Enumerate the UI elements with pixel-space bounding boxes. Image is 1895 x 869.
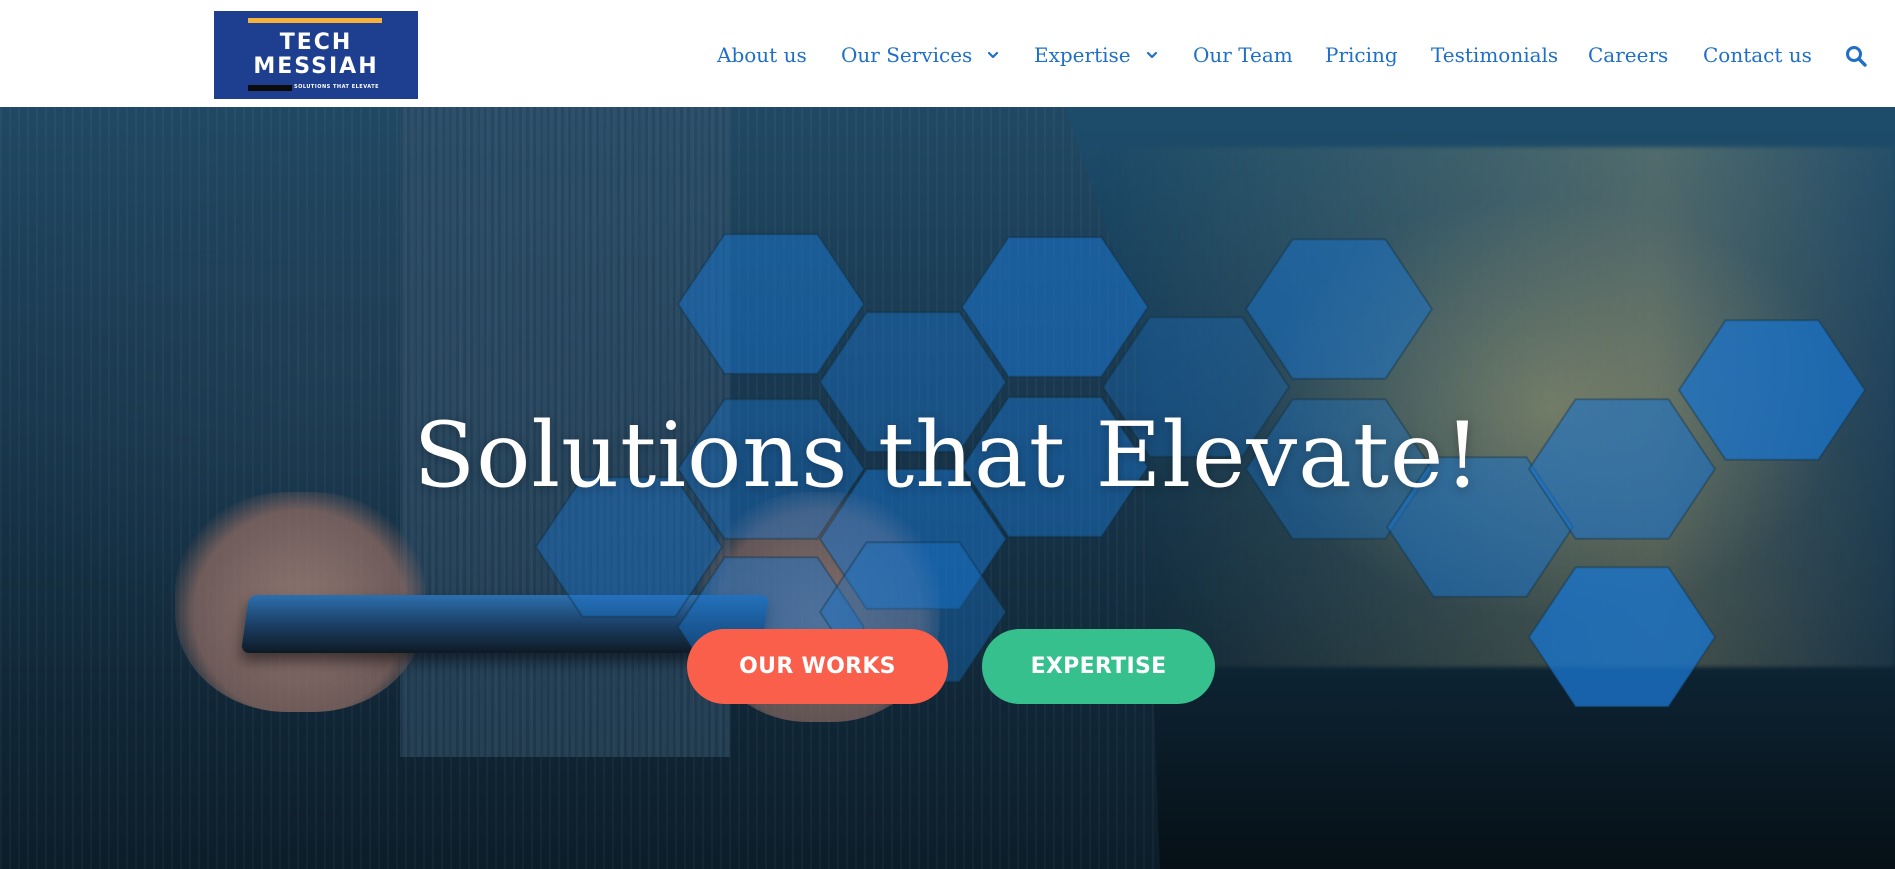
nav-our-team[interactable]: Our Team xyxy=(1193,42,1293,68)
nav-label: About us xyxy=(717,43,807,67)
our-works-button[interactable]: OUR WORKS xyxy=(687,629,948,704)
chevron-down-icon xyxy=(1146,51,1157,59)
nav-label: Our Team xyxy=(1193,43,1293,67)
nav-pricing[interactable]: Pricing xyxy=(1325,42,1398,68)
nav-careers[interactable]: Careers xyxy=(1588,42,1668,68)
nav-label: Expertise xyxy=(1034,43,1131,67)
chevron-down-icon xyxy=(988,51,999,59)
nav-label: Testimonials xyxy=(1431,43,1559,67)
hexagon-shape xyxy=(676,233,866,375)
site-header: TECH MESSIAH SOLUTIONS THAT ELEVATE Abou… xyxy=(0,0,1895,107)
nav-label: Careers xyxy=(1588,43,1669,67)
hexagon-shape xyxy=(1244,238,1434,380)
nav-about-us[interactable]: About us xyxy=(717,42,807,68)
hexagon-shape xyxy=(960,236,1150,378)
nav-contact-us[interactable]: Contact us xyxy=(1703,42,1812,68)
nav-label: Our Services xyxy=(841,43,973,67)
search-icon[interactable] xyxy=(1845,45,1867,67)
hexagon-shape xyxy=(1527,566,1717,708)
nav-label: Pricing xyxy=(1325,43,1398,67)
nav-testimonials[interactable]: Testimonials xyxy=(1431,42,1558,68)
hero-title: Solutions that Elevate! xyxy=(413,403,1482,508)
expertise-button[interactable]: EXPERTISE xyxy=(982,629,1215,704)
nav-label: Contact us xyxy=(1703,43,1812,67)
hero-banner: Solutions that Elevate! OUR WORKS EXPERT… xyxy=(0,107,1895,869)
nav-expertise[interactable]: Expertise xyxy=(1034,42,1159,68)
nav-our-services[interactable]: Our Services xyxy=(841,42,1000,68)
main-navigation: About us Our Services Expertise Our Team… xyxy=(0,0,1895,107)
